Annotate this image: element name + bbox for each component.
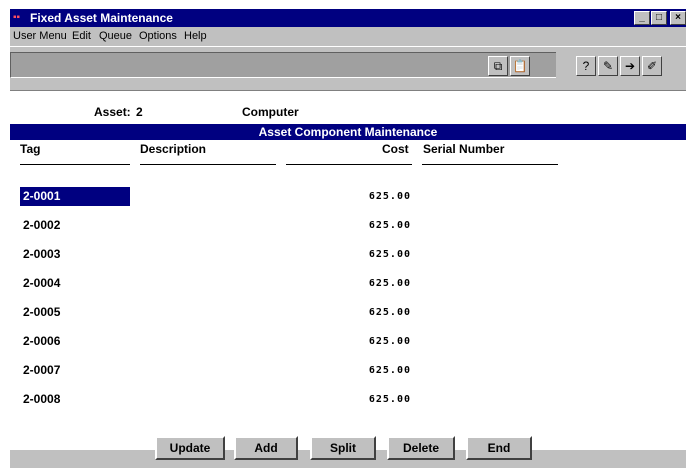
row-tag-cell[interactable]: 2-0003 [20, 245, 130, 264]
copy-icon[interactable]: ⧉ [488, 56, 508, 76]
column-header-description: Description [140, 142, 207, 156]
tag-column-rule [20, 164, 130, 165]
delete-button[interactable]: Delete [387, 436, 455, 460]
menu-edit[interactable]: Edit [72, 30, 91, 43]
row-tag-cell[interactable]: 2-0002 [20, 216, 130, 235]
menu-bar: User Menu Edit Queue Options Help [10, 27, 686, 46]
column-header-tag: Tag [20, 142, 41, 156]
row-tag-cell[interactable]: 2-0005 [20, 303, 130, 322]
end-button[interactable]: End [466, 436, 532, 460]
row-cost-cell[interactable]: 625.00 [286, 303, 411, 322]
minimize-button[interactable]: _ [634, 11, 650, 25]
asset-description: Computer [242, 105, 299, 119]
column-header-cost: Cost [382, 142, 409, 156]
title-bar[interactable]: ▪▪ Fixed Asset Maintenance _ □ × [10, 9, 686, 27]
row-cost-cell[interactable]: 625.00 [286, 245, 411, 264]
window-title: Fixed Asset Maintenance [30, 11, 173, 25]
menu-help[interactable]: Help [184, 30, 207, 43]
add-button[interactable]: Add [234, 436, 298, 460]
column-header-serial-number: Serial Number [423, 142, 505, 156]
menu-queue[interactable]: Queue [99, 30, 132, 43]
row-tag-cell[interactable]: 2-0008 [20, 390, 130, 409]
export-icon[interactable]: ➔ [620, 56, 640, 76]
description-column-rule [140, 164, 276, 165]
update-button[interactable]: Update [155, 436, 225, 460]
query-icon[interactable]: ? [576, 56, 596, 76]
asset-label: Asset: [94, 105, 131, 119]
menu-options[interactable]: Options [139, 30, 177, 43]
asset-number: 2 [136, 105, 143, 119]
row-cost-cell[interactable]: 625.00 [286, 274, 411, 293]
app-icon: ▪▪ [13, 12, 21, 23]
row-tag-cell[interactable]: 2-0001 [20, 187, 130, 206]
row-cost-cell[interactable]: 625.00 [286, 332, 411, 351]
row-tag-cell[interactable]: 2-0004 [20, 274, 130, 293]
serial-column-rule [422, 164, 558, 165]
row-cost-cell[interactable]: 625.00 [286, 216, 411, 235]
paste-icon[interactable]: 📋 [510, 56, 530, 76]
cost-column-rule [286, 164, 412, 165]
menu-user-menu[interactable]: User Menu [13, 30, 67, 43]
action-button-bar: Update Add Split Delete End [10, 436, 686, 461]
row-cost-cell[interactable]: 625.00 [286, 361, 411, 380]
asset-component-panel: Asset: 2 Computer Asset Component Mainte… [10, 90, 686, 450]
section-title: Asset Component Maintenance [10, 124, 686, 140]
row-tag-cell[interactable]: 2-0006 [20, 332, 130, 351]
split-button[interactable]: Split [310, 436, 376, 460]
edit-icon[interactable]: ✎ [598, 56, 618, 76]
row-tag-cell[interactable]: 2-0007 [20, 361, 130, 380]
toolbar: ⧉ 📋 ? ✎ ➔ ✐ [10, 46, 686, 82]
row-cost-cell[interactable]: 625.00 [286, 187, 411, 206]
fixed-asset-window: ▪▪ Fixed Asset Maintenance _ □ × User Me… [10, 9, 686, 468]
row-cost-cell[interactable]: 625.00 [286, 390, 411, 409]
pencil-icon[interactable]: ✐ [642, 56, 662, 76]
toolbar-message-field [10, 52, 556, 78]
close-button[interactable]: × [670, 11, 686, 25]
maximize-button[interactable]: □ [651, 11, 667, 25]
